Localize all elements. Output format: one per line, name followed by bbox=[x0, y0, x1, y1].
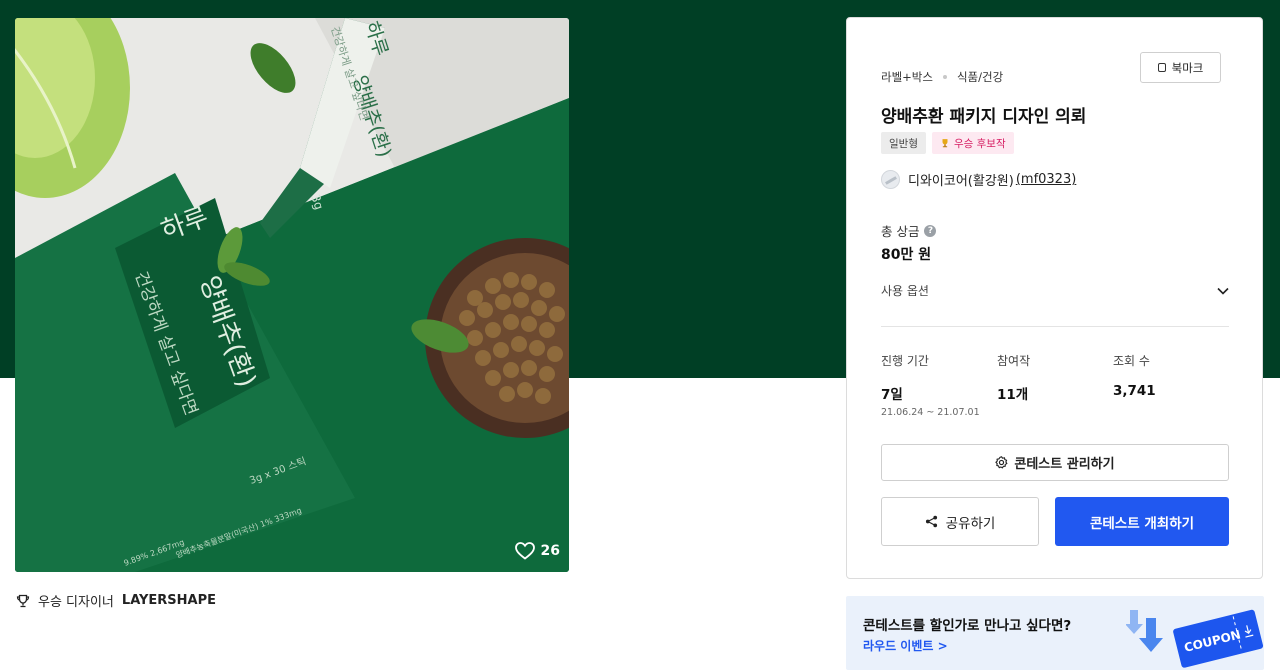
category-breadcrumb: 라벨+박스 식품/건강 bbox=[881, 69, 1003, 85]
product-image[interactable]: 하루 양배추(환) 건강하게 살고 싶다면 3g x 30 스틱 양배추농축물분… bbox=[15, 18, 569, 572]
like-count: 26 bbox=[540, 543, 560, 559]
stat-entries: 참여작 11개 bbox=[997, 352, 1030, 403]
period-dates: 21.06.24 ~ 21.07.01 bbox=[881, 407, 980, 418]
bookmark-label: 북마크 bbox=[1171, 60, 1204, 75]
stat-views: 조회 수 3,741 bbox=[1113, 352, 1156, 399]
heart-icon bbox=[514, 542, 535, 560]
prize-label-text: 총 상금 bbox=[881, 224, 920, 239]
period-value: 7일 bbox=[881, 387, 903, 403]
category-2[interactable]: 식품/건강 bbox=[957, 69, 1003, 85]
contest-stats: 진행 기간 7일 21.06.24 ~ 21.07.01 참여작 11개 조회 … bbox=[881, 352, 1229, 422]
tag-winner-label: 우승 후보작 bbox=[953, 137, 1006, 150]
winner-name[interactable]: LAYERSHAPE bbox=[122, 593, 216, 608]
contest-info-card: 라벨+박스 식품/건강 북마크 양배추환 패키지 디자인 의뢰 일반형 우승 후… bbox=[846, 17, 1263, 579]
coupon-banner[interactable]: 콘테스트를 할인가로 만나고 싶다면? 라우드 이벤트 > COUPON bbox=[846, 596, 1264, 670]
help-icon[interactable]: ? bbox=[924, 224, 937, 237]
divider bbox=[881, 326, 1229, 327]
host-name: 디와이코어(활강원) bbox=[908, 174, 1014, 189]
views-value: 3,741 bbox=[1113, 383, 1156, 399]
host-id[interactable]: (mf0323) bbox=[1016, 172, 1076, 187]
coupon-text: 콘테스트를 할인가로 만나고 싶다면? bbox=[863, 618, 1072, 634]
manage-contest-button[interactable]: 콘테스트 관리하기 bbox=[881, 444, 1229, 481]
usage-options-toggle[interactable]: 사용 옵션 bbox=[881, 282, 1229, 299]
chevron-down-icon bbox=[1217, 287, 1229, 295]
entries-value: 11개 bbox=[997, 387, 1029, 403]
share-button[interactable]: 공유하기 bbox=[881, 497, 1039, 546]
trophy-icon bbox=[16, 594, 30, 607]
tag-list: 일반형 우승 후보작 bbox=[881, 132, 1014, 154]
tag-general: 일반형 bbox=[881, 132, 926, 154]
period-label: 진행 기간 bbox=[881, 354, 929, 368]
trophy-icon bbox=[942, 139, 948, 148]
tag-winner-candidate: 우승 후보작 bbox=[931, 132, 1014, 154]
bookmark-button[interactable]: 북마크 bbox=[1140, 52, 1221, 83]
category-1[interactable]: 라벨+박스 bbox=[881, 69, 933, 85]
coupon-event-link[interactable]: 라우드 이벤트 > bbox=[863, 637, 948, 654]
winner-prefix: 우승 디자이너 bbox=[38, 595, 114, 610]
prize-label: 총 상금 ? bbox=[881, 221, 937, 240]
coupon-illustration: COUPON bbox=[1126, 609, 1264, 668]
host-info[interactable]: 디와이코어(활강원) (mf0323) bbox=[881, 170, 1076, 189]
gear-icon bbox=[995, 456, 1008, 469]
usage-label: 사용 옵션 bbox=[881, 284, 929, 298]
views-label: 조회 수 bbox=[1113, 354, 1150, 368]
page: 하루 양배추(환) 건강하게 살고 싶다면 3g x 30 스틱 양배추농축물분… bbox=[0, 0, 1280, 670]
product-artwork: 하루 양배추(환) 건강하게 살고 싶다면 3g x 30 스틱 양배추농축물분… bbox=[15, 18, 569, 572]
manage-contest-label: 콘테스트 관리하기 bbox=[1014, 457, 1115, 472]
winner-designer: 우승 디자이너 LAYERSHAPE bbox=[16, 591, 216, 610]
like-button[interactable]: 26 bbox=[514, 542, 560, 560]
breadcrumb-separator bbox=[942, 75, 947, 79]
share-icon bbox=[925, 515, 937, 528]
stat-period: 진행 기간 7일 21.06.24 ~ 21.07.01 bbox=[881, 352, 980, 418]
contest-title: 양배추환 패키지 디자인 의뢰 bbox=[881, 107, 1087, 127]
arrow-down-icon bbox=[1139, 618, 1163, 652]
arrow-down-icon bbox=[1126, 610, 1143, 634]
open-contest-button[interactable]: 콘테스트 개최하기 bbox=[1055, 497, 1229, 546]
share-label: 공유하기 bbox=[945, 515, 996, 532]
entries-label: 참여작 bbox=[997, 354, 1031, 368]
prize-value: 80만 원 bbox=[881, 247, 932, 263]
bookmark-icon bbox=[1157, 63, 1166, 72]
host-avatar bbox=[881, 170, 900, 189]
